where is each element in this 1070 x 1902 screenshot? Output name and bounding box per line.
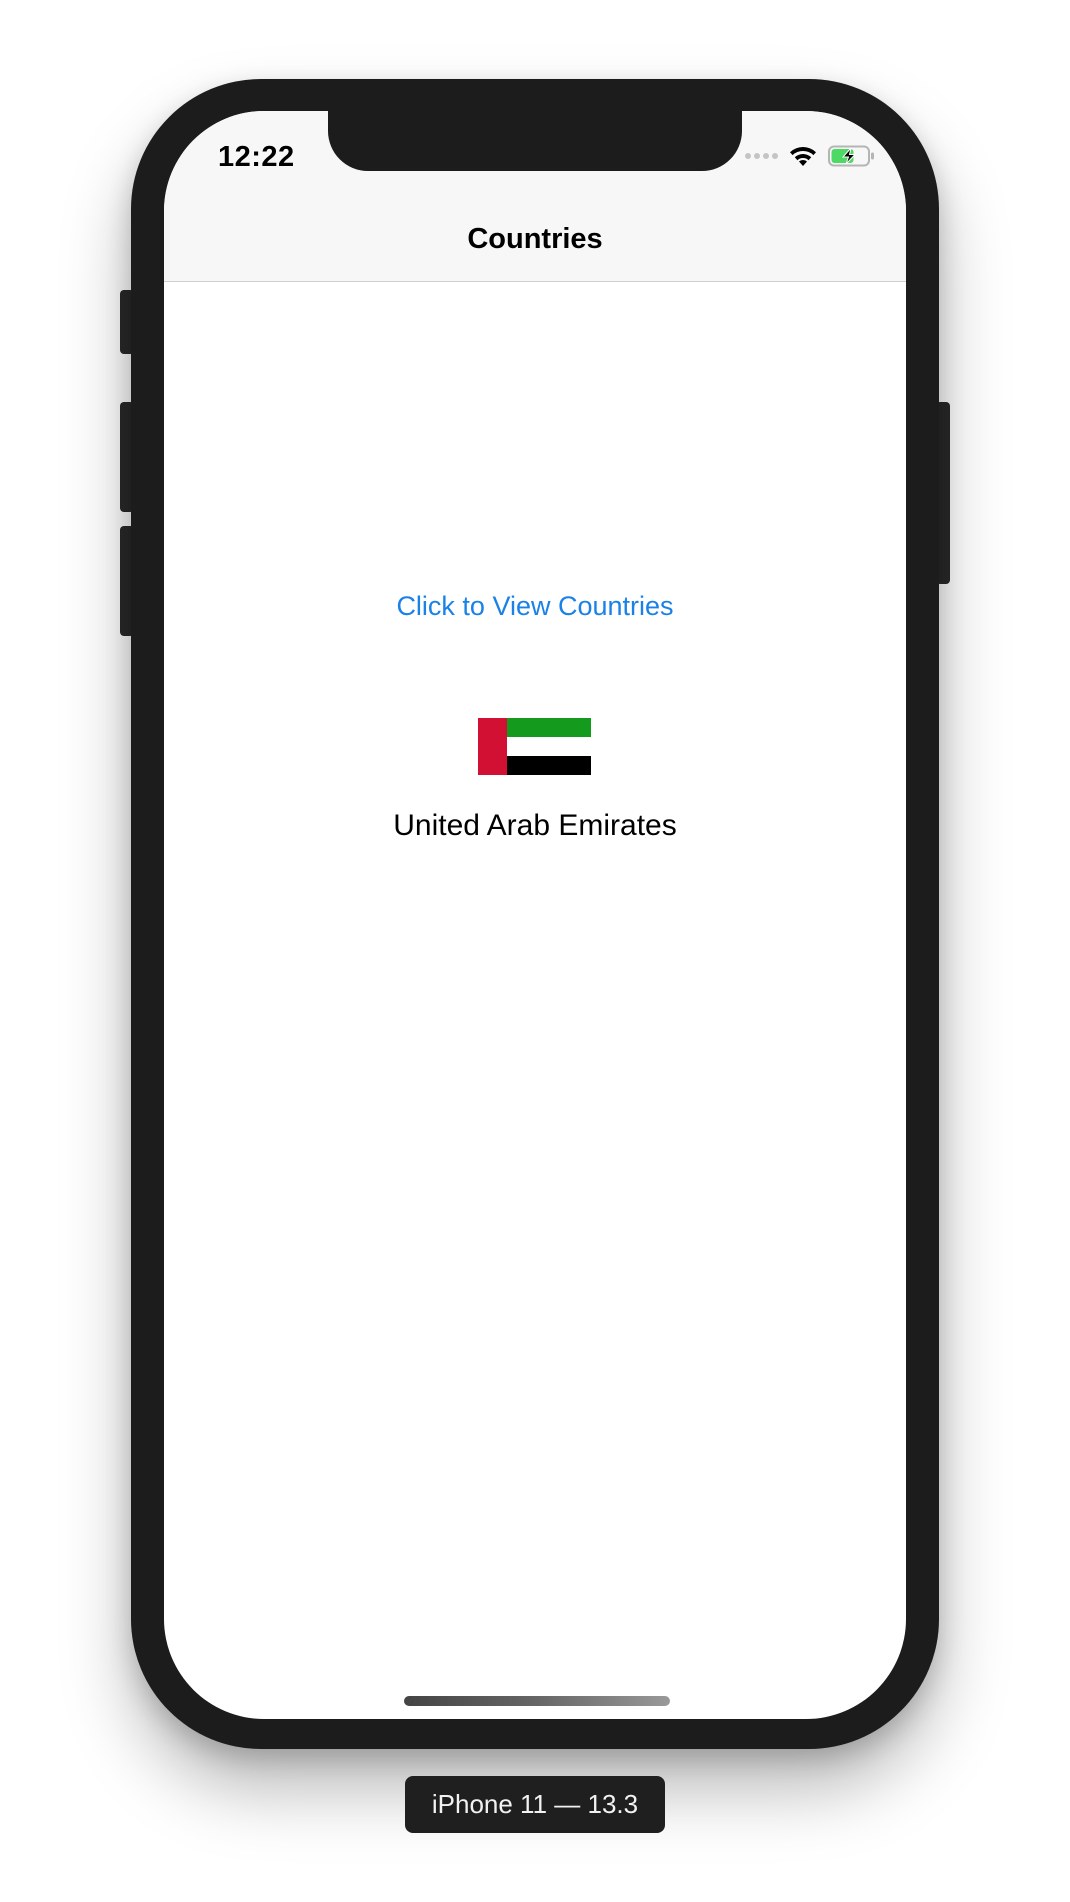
wifi-icon	[790, 147, 816, 166]
selected-country-name: United Arab Emirates	[393, 809, 677, 842]
navigation-bar: Countries	[164, 201, 906, 282]
uae-flag-icon	[478, 718, 591, 775]
battery-charging-icon	[828, 145, 874, 167]
nav-title: Countries	[467, 223, 603, 255]
device-notch	[328, 111, 742, 171]
signal-dots-icon	[745, 153, 778, 159]
device-screen: 12:22 Countries Click to View Countries	[164, 111, 906, 1719]
simulator-device-label: iPhone 11 — 13.3	[405, 1776, 665, 1833]
home-indicator[interactable]	[404, 1696, 670, 1706]
status-icons	[745, 145, 876, 167]
status-time: 12:22	[218, 141, 295, 173]
view-countries-button[interactable]: Click to View Countries	[164, 591, 906, 622]
